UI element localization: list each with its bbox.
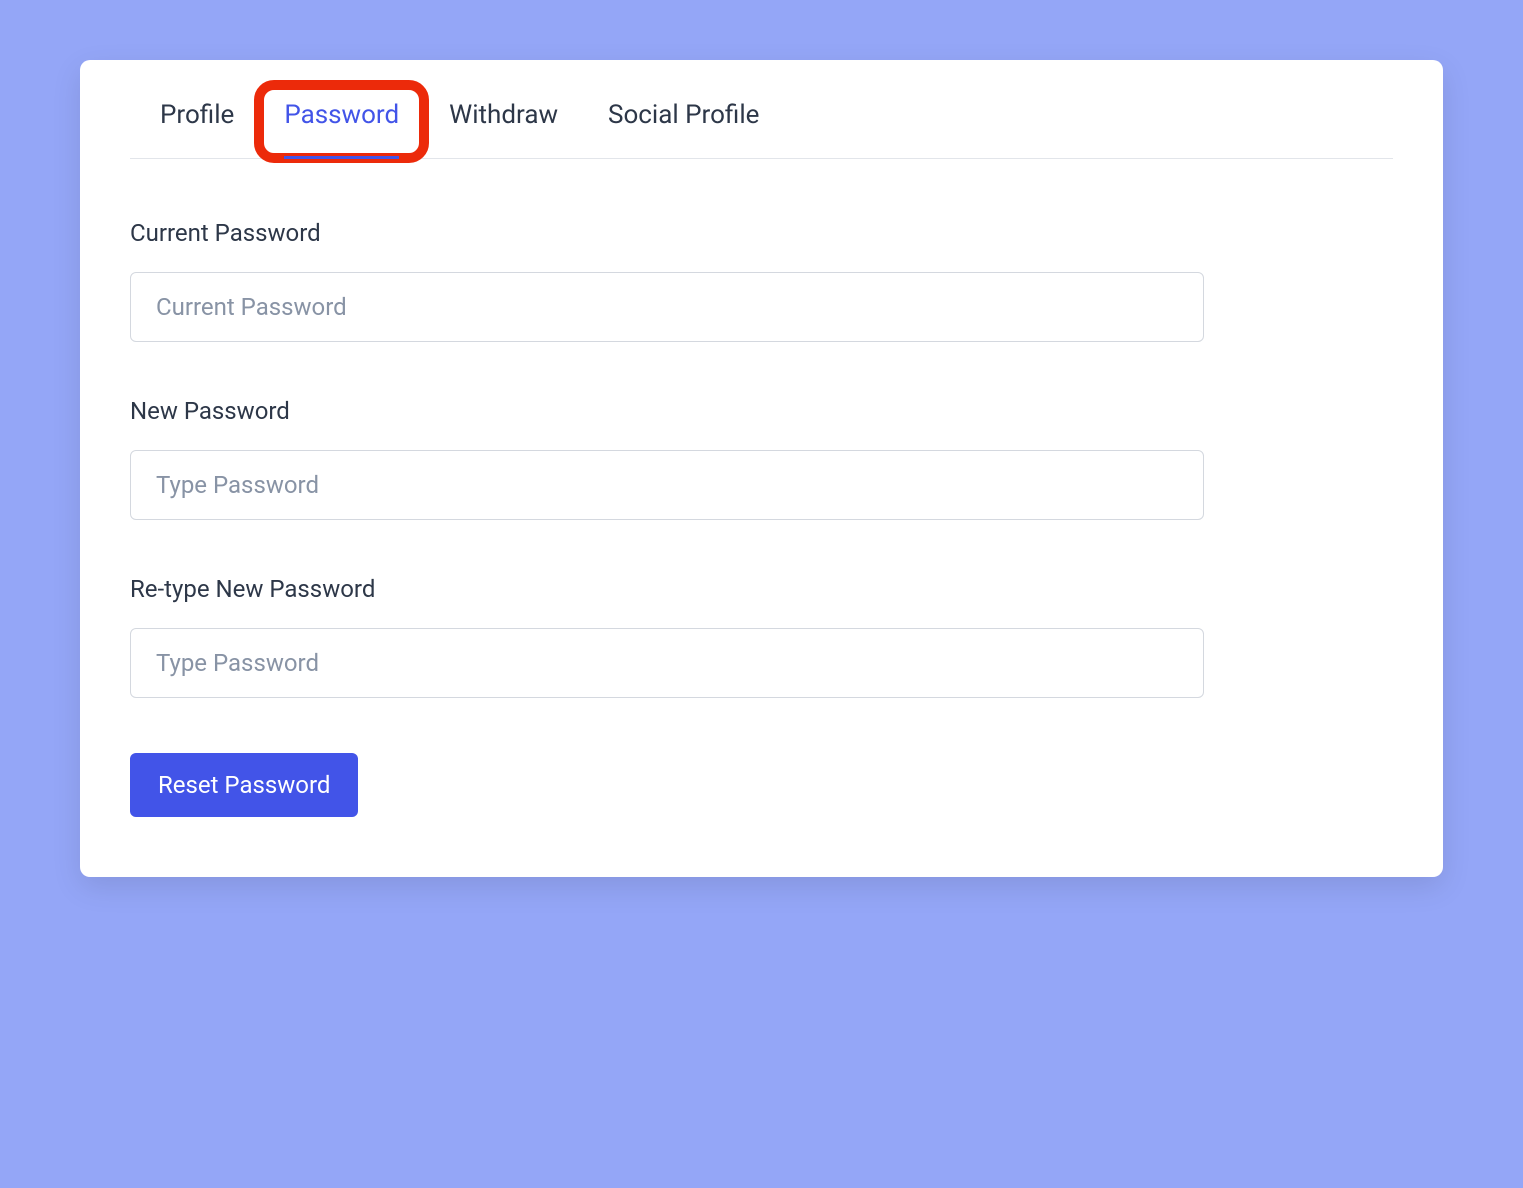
tab-social-profile[interactable]: Social Profile xyxy=(608,100,759,158)
current-password-label: Current Password xyxy=(130,219,1393,247)
new-password-group: New Password xyxy=(130,397,1393,520)
new-password-input[interactable] xyxy=(130,450,1204,520)
new-password-label: New Password xyxy=(130,397,1393,425)
tab-profile[interactable]: Profile xyxy=(160,100,234,158)
settings-card: Profile Password Withdraw Social Profile… xyxy=(80,60,1443,877)
current-password-input[interactable] xyxy=(130,272,1204,342)
retype-password-label: Re-type New Password xyxy=(130,575,1393,603)
tabs-navigation: Profile Password Withdraw Social Profile xyxy=(130,60,1393,159)
retype-password-group: Re-type New Password xyxy=(130,575,1393,698)
current-password-group: Current Password xyxy=(130,219,1393,342)
reset-password-button[interactable]: Reset Password xyxy=(130,753,358,817)
retype-password-input[interactable] xyxy=(130,628,1204,698)
highlight-annotation: Password xyxy=(284,100,399,158)
tab-password[interactable]: Password xyxy=(284,100,399,158)
tab-withdraw[interactable]: Withdraw xyxy=(449,100,558,158)
